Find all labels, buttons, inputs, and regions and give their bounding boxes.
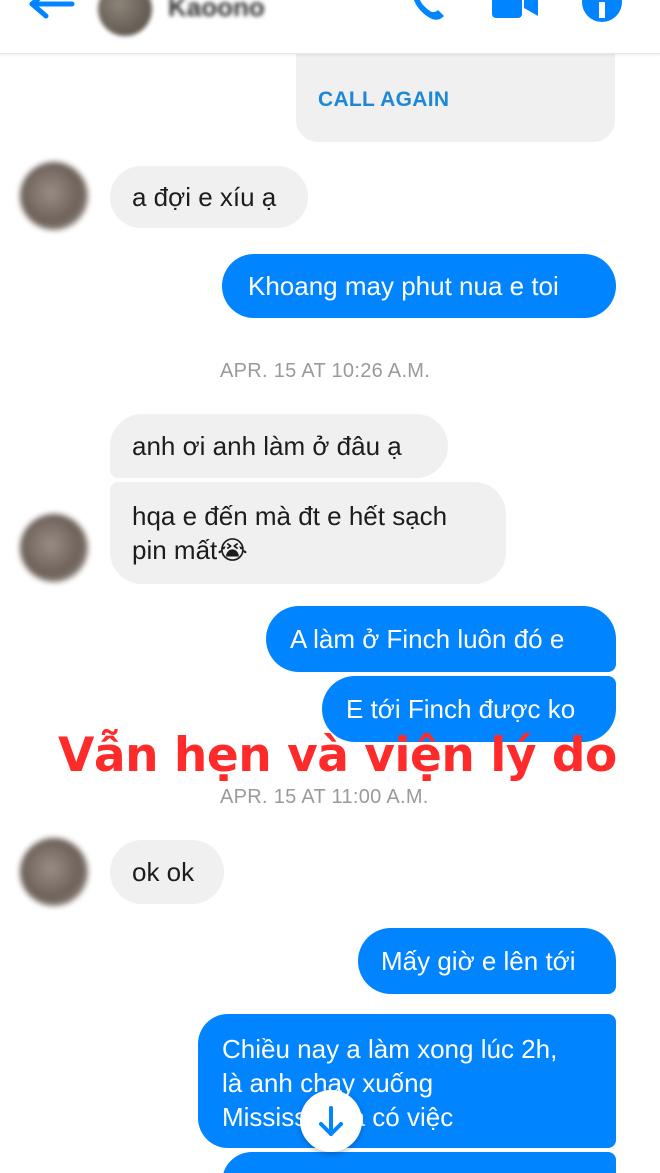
message-text-line: là anh chạy xuống <box>222 1068 434 1098</box>
message-text-line: Chiều nay a làm xong lúc 2h, <box>222 1034 558 1064</box>
message-incoming: a đợi e xíu ạ <box>110 166 308 228</box>
contact-avatar-small <box>20 514 88 582</box>
message-text: anh ơi anh làm ở đâu ạ <box>132 431 402 461</box>
message-incoming: ok ok <box>110 840 224 904</box>
message-text: Khoang may phut nua e toi <box>248 271 559 301</box>
contact-avatar[interactable] <box>98 0 152 36</box>
back-arrow-icon[interactable] <box>28 0 76 22</box>
message-text-line: pin mất😭 <box>132 535 248 565</box>
call-again-button[interactable]: CALL AGAIN <box>318 88 449 112</box>
message-outgoing: A làm ở Finch luôn đó e <box>266 606 616 672</box>
scroll-to-bottom-button[interactable] <box>300 1090 362 1152</box>
message-text: A làm ở Finch luôn đó e <box>290 624 565 654</box>
video-camera-icon[interactable] <box>490 0 540 24</box>
message-outgoing: Mấy giờ e lên tới <box>358 928 616 994</box>
contact-avatar-small <box>20 162 88 230</box>
message-text-line: hqa e đến mà đt e hết sạch <box>132 501 448 531</box>
message-outgoing-partial <box>222 1152 616 1173</box>
phone-icon[interactable] <box>408 0 452 24</box>
timestamp: APR. 15 AT 10:26 A.M. <box>220 360 431 382</box>
message-incoming: hqa e đến mà đt e hết sạch pin mất😭 <box>110 482 506 584</box>
message-text-line: Mississauga có việc <box>222 1102 454 1132</box>
message-outgoing: Chiều nay a làm xong lúc 2h, là anh chạy… <box>198 1014 616 1148</box>
scroll-down-arrow-icon <box>319 1106 343 1136</box>
overlay-caption: Vẫn hẹn và viện lý do <box>58 728 617 783</box>
message-text: E tới Finch được ko <box>346 694 576 724</box>
contact-name[interactable]: Kaoono <box>168 0 265 23</box>
message-text: a đợi e xíu ạ <box>132 182 277 212</box>
conversation-header: Kaoono <box>0 0 660 54</box>
timestamp: APR. 15 AT 11:00 A.M. <box>220 786 429 808</box>
info-icon[interactable] <box>580 0 624 28</box>
message-incoming: anh ơi anh làm ở đâu ạ <box>110 414 448 478</box>
message-outgoing: Khoang may phut nua e toi <box>222 254 616 318</box>
contact-avatar-small <box>20 838 88 906</box>
message-text: Mấy giờ e lên tới <box>381 946 576 976</box>
message-text: ok ok <box>132 857 195 887</box>
